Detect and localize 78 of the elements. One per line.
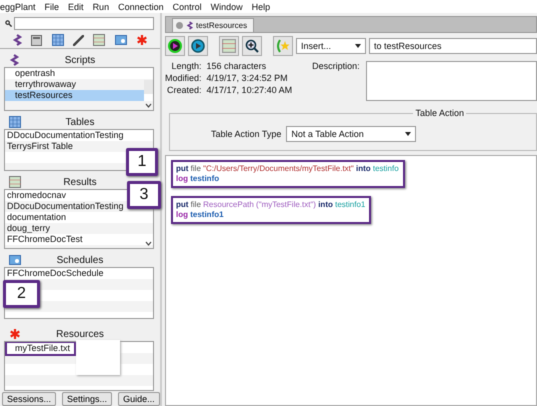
list-item[interactable]: DDocuDocumentationTesting bbox=[5, 130, 126, 141]
list-item[interactable]: chromedocnav bbox=[5, 190, 68, 201]
play-icon bbox=[168, 39, 182, 53]
scroll-down-icon[interactable] bbox=[145, 103, 152, 108]
list-item[interactable]: DDocuDocumentationTesting bbox=[5, 201, 126, 212]
caret-icon bbox=[355, 44, 361, 48]
section-title: Schedules bbox=[56, 254, 104, 266]
info-label: Length: bbox=[170, 61, 202, 71]
info-value: 156 characters bbox=[206, 61, 268, 71]
caret-icon bbox=[405, 132, 412, 136]
search-field[interactable] bbox=[14, 17, 154, 30]
section-title: Resources bbox=[56, 328, 104, 340]
callout-number: 2 bbox=[3, 280, 40, 308]
callout-number: 1 bbox=[126, 148, 158, 176]
list-item[interactable]: doug_terry bbox=[5, 223, 52, 234]
blank-popup bbox=[76, 340, 120, 375]
code-line: log testinfo bbox=[176, 174, 220, 184]
info-label: Modified: bbox=[165, 73, 202, 83]
description-label: Description: bbox=[312, 61, 360, 71]
script-icon[interactable] bbox=[12, 34, 22, 46]
code-line: log testinfo1 bbox=[176, 210, 225, 220]
list-item[interactable]: testResources bbox=[5, 90, 144, 101]
menu-item[interactable]: eggPlant bbox=[0, 2, 36, 12]
menu-item[interactable]: Control bbox=[172, 2, 202, 12]
asterisk-icon bbox=[9, 328, 21, 340]
menu-item[interactable]: Window bbox=[210, 2, 243, 12]
grid-icon bbox=[9, 116, 21, 128]
script-icon bbox=[186, 21, 193, 30]
code-line: put file "C:/Users/Terry/Documents/myTestFile.txt" into testinfo bbox=[176, 164, 399, 174]
list-item[interactable]: terrythrowaway bbox=[5, 79, 78, 90]
pen-icon[interactable] bbox=[72, 34, 84, 46]
script-icon bbox=[9, 54, 19, 66]
list-item[interactable]: FFChromeDocTest bbox=[5, 234, 85, 245]
script-editor[interactable]: put file "C:/Users/Terry/Documents/myTestFile.txt" into testinfo log testinfo put file ResourcePath ("myTestFile.txt") into testinfo1 log testinfo1 bbox=[165, 155, 537, 406]
search-icon bbox=[5, 20, 12, 27]
description-field[interactable] bbox=[366, 61, 537, 101]
section-title: Scripts bbox=[64, 54, 96, 66]
info-value: 4/19/17, 3:24:52 PM bbox=[206, 73, 289, 83]
run-button[interactable] bbox=[165, 36, 185, 56]
section-title: Tables bbox=[66, 116, 94, 128]
code-line: put file ResourcePath ("myTestFile.txt") into testinfo1 bbox=[176, 200, 366, 210]
debug-run-button[interactable] bbox=[188, 36, 208, 56]
footer-button[interactable]: Settings... bbox=[62, 392, 112, 406]
menu-item[interactable]: Run bbox=[92, 2, 110, 12]
callout-number: 3 bbox=[127, 181, 161, 209]
table-icon[interactable] bbox=[93, 34, 106, 46]
scroll-down-icon[interactable] bbox=[145, 241, 152, 246]
list-item[interactable]: documentation bbox=[5, 212, 68, 223]
asterisk-icon[interactable] bbox=[136, 34, 148, 46]
grid-icon[interactable] bbox=[52, 34, 64, 46]
zoom-in-button[interactable] bbox=[242, 36, 262, 56]
menu-item[interactable]: Connection bbox=[118, 2, 164, 12]
menu-item[interactable]: Edit bbox=[68, 2, 84, 12]
insert-dropdown[interactable]: Insert... bbox=[296, 38, 366, 54]
play-icon bbox=[191, 39, 205, 53]
window-icon[interactable] bbox=[31, 34, 42, 46]
image-icon bbox=[9, 254, 21, 266]
list-item[interactable]: FFChromeDocSchedule bbox=[5, 268, 106, 279]
image-icon[interactable] bbox=[114, 34, 127, 46]
target-field[interactable]: to testResources bbox=[369, 38, 537, 54]
info-value: 4/17/17, 10:27:40 AM bbox=[206, 85, 292, 95]
footer-button[interactable]: Guide... bbox=[118, 392, 160, 406]
footer-button[interactable]: Sessions... bbox=[2, 392, 56, 406]
table-action-type-dropdown[interactable]: Not a Table Action bbox=[286, 126, 416, 142]
table-icon bbox=[9, 176, 21, 188]
menu-item[interactable]: Help bbox=[252, 2, 270, 12]
table-action-type-label: Table Action Type bbox=[211, 129, 282, 139]
table-icon bbox=[222, 39, 236, 53]
info-label: Created: bbox=[166, 85, 202, 95]
zoom-in-icon bbox=[245, 39, 259, 53]
menu-item[interactable]: File bbox=[44, 2, 60, 12]
editor-tab[interactable]: testResources bbox=[172, 18, 254, 32]
list-item[interactable]: myTestFile.txt bbox=[7, 343, 74, 354]
list-item[interactable]: TerrysFirst Table bbox=[5, 141, 75, 152]
group-title: Table Action bbox=[413, 108, 466, 118]
parenthesis-star-icon bbox=[276, 39, 290, 53]
section-title: Results bbox=[63, 176, 97, 188]
list-item[interactable]: opentrash bbox=[5, 68, 58, 79]
